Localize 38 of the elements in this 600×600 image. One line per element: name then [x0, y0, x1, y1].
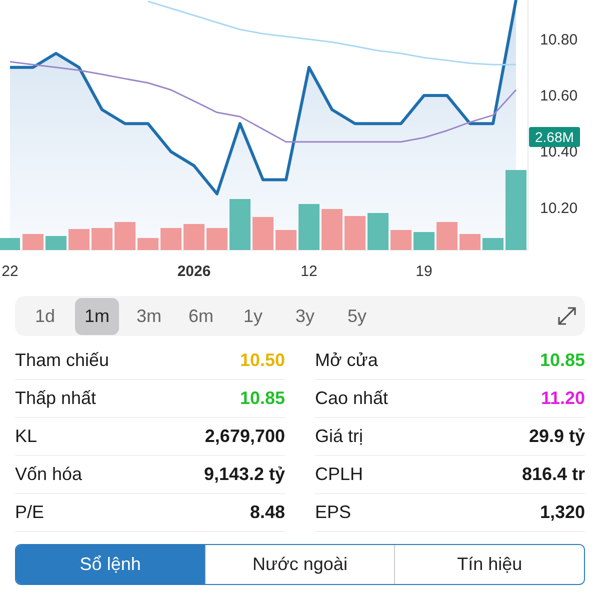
x-axis-label: 22 — [2, 263, 18, 280]
stat-label: Tham chiếu — [15, 350, 110, 371]
stat-label: Thấp nhất — [15, 388, 96, 409]
section-tab[interactable]: Sổ lệnh — [16, 545, 205, 584]
stat-label: CPLH — [315, 464, 364, 485]
stat-value: 10.85 — [540, 350, 585, 371]
stat-value: 10.85 — [240, 388, 285, 409]
period-tab[interactable]: 3m — [127, 298, 171, 334]
period-tab[interactable]: 3y — [283, 298, 327, 334]
stat-label: EPS — [315, 502, 352, 523]
period-tab[interactable]: 1y — [231, 298, 275, 334]
stat-label: Vốn hóa — [15, 464, 82, 485]
stat-label: Giá trị — [315, 426, 364, 447]
x-axis-label: 2026 — [177, 263, 211, 280]
y-axis-label: 10.20 — [540, 200, 578, 217]
stat-value: 8.48 — [250, 502, 285, 523]
stat-label: P/E — [15, 502, 44, 523]
stat-value: 2,679,700 — [204, 426, 285, 447]
stat-label: Mở cửa — [315, 350, 378, 371]
period-tab[interactable]: 1d — [23, 298, 67, 334]
stat-value: 10.50 — [240, 350, 285, 371]
period-tab[interactable]: 5y — [335, 298, 379, 334]
x-axis-label: 12 — [300, 263, 318, 280]
expand-icon[interactable] — [557, 306, 577, 326]
stat-value: 1,320 — [540, 502, 585, 523]
stat-value: 9,143.2 tỷ — [204, 464, 285, 485]
period-tab[interactable]: 1m — [75, 298, 119, 334]
y-axis-label: 10.80 — [540, 31, 578, 48]
period-tab[interactable]: 6m — [179, 298, 223, 334]
stat-value: 11.20 — [540, 388, 585, 409]
y-axis-label: 10.60 — [540, 88, 578, 104]
x-axis-label: 19 — [416, 263, 432, 280]
stat-label: Cao nhất — [315, 388, 388, 409]
stat-label: KL — [15, 426, 38, 447]
section-tab[interactable]: Tín hiệu — [394, 545, 584, 584]
stat-value: 816.4 tr — [522, 464, 585, 485]
stat-value: 29.9 tỷ — [528, 426, 585, 447]
volume-badge: 2.68M — [529, 127, 580, 147]
